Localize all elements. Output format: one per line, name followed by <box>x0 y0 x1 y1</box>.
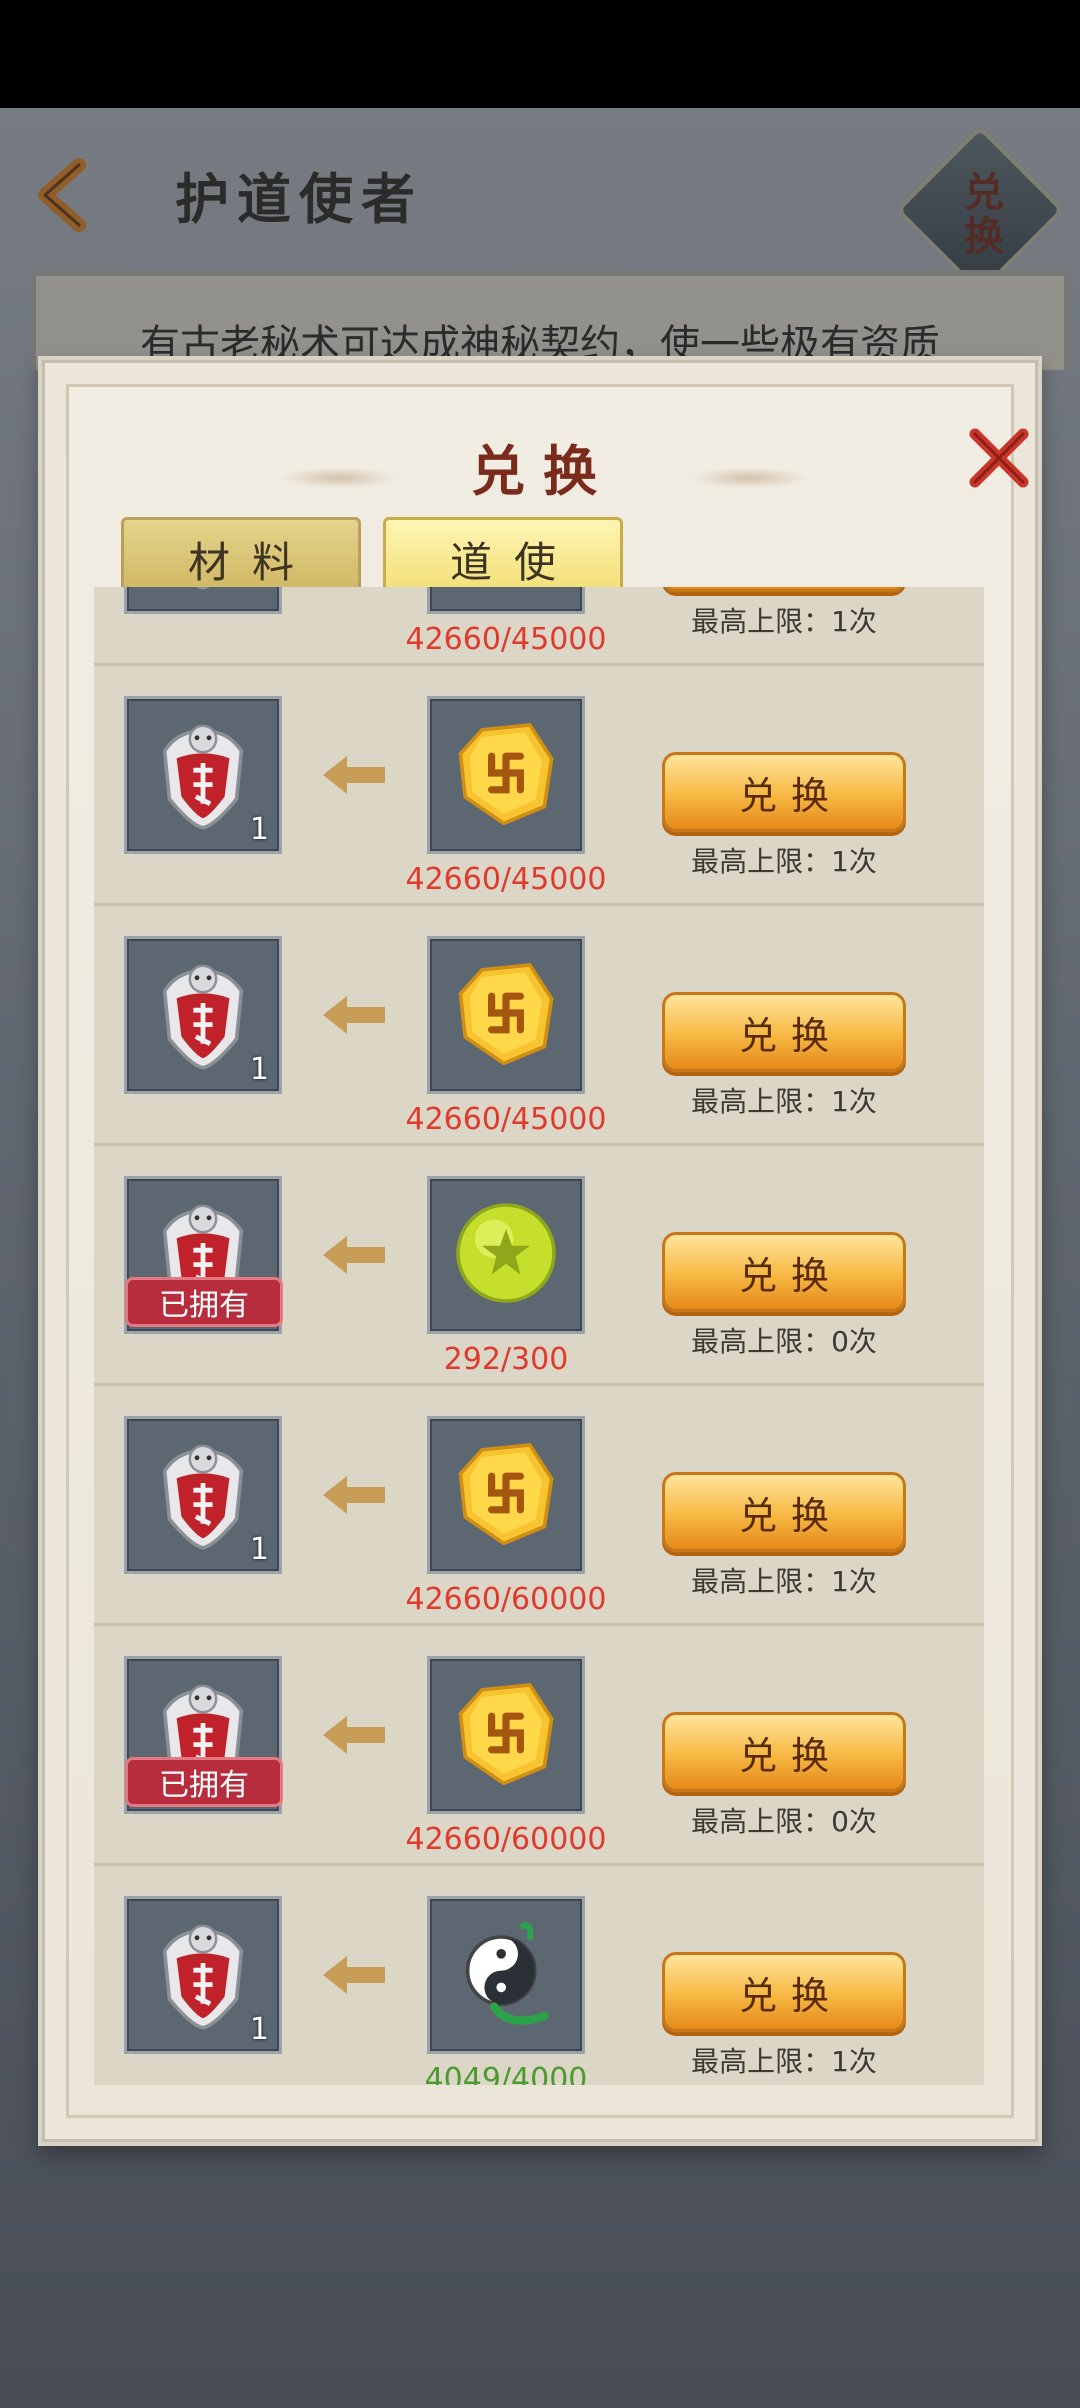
close-button[interactable] <box>964 423 1034 493</box>
exchange-row: 1 42660/45000 兑换最高上限：1次 <box>94 906 984 1146</box>
cost-item-slot[interactable] <box>427 1176 585 1334</box>
gold-swastika-coin-icon <box>446 713 566 837</box>
exchange-limit: 最高上限：1次 <box>691 1085 877 1118</box>
gold-swastika-coin-icon <box>446 1433 566 1557</box>
exchange-limit: 最高上限：1次 <box>691 605 877 638</box>
cost-progress: 42660/60000 <box>405 1822 607 1857</box>
arrow-left-icon <box>319 1470 389 1520</box>
cost-item-slot[interactable] <box>427 587 585 614</box>
gold-swastika-coin-icon <box>446 953 566 1077</box>
exchange-button[interactable]: 兑换 <box>662 1952 906 2032</box>
reward-item-slot[interactable]: 已拥有 <box>124 1656 283 1814</box>
exchange-button[interactable]: 兑换 <box>662 1472 906 1552</box>
cost-item-slot[interactable] <box>427 696 585 854</box>
reward-item-slot[interactable]: 已拥有 <box>124 1176 283 1334</box>
reward-count: 1 <box>249 1532 269 1567</box>
cost-progress: 42660/45000 <box>405 622 607 657</box>
cost-progress: 42660/45000 <box>405 862 607 897</box>
exchange-row: 已拥有 292/300 兑换最高上限：0次 <box>94 1146 984 1386</box>
reward-item-slot[interactable] <box>124 587 282 614</box>
exchange-list[interactable]: 42660/45000兑换最高上限：1次 1 42660/45000兑换最高上限… <box>94 587 984 2085</box>
close-icon <box>969 428 1029 488</box>
reward-count: 1 <box>249 1052 269 1087</box>
exchange-button[interactable]: 兑换 <box>662 1232 906 1312</box>
status-bar <box>0 0 1080 108</box>
owned-tag: 已拥有 <box>125 1277 283 1327</box>
exchange-button[interactable]: 兑换 <box>662 992 906 1072</box>
arrow-left-icon <box>319 1710 389 1760</box>
reward-item-slot[interactable]: 1 <box>124 696 282 854</box>
cost-progress: 4049/4000 <box>424 2062 588 2085</box>
exchange-limit: 最高上限：0次 <box>691 1805 877 1838</box>
exchange-row: 1 4049/4000 兑换最高上限：1次 <box>94 1866 984 2085</box>
arrow-left-icon <box>319 750 389 800</box>
exchange-row: 1 42660/45000 兑换最高上限：1次 <box>94 666 984 906</box>
cost-item-slot[interactable] <box>427 1416 585 1574</box>
cost-progress: 42660/45000 <box>405 1102 607 1137</box>
cost-item-slot[interactable] <box>427 936 585 1094</box>
reward-item-slot[interactable]: 1 <box>124 1416 282 1574</box>
exchange-row: 1 42660/60000 兑换最高上限：1次 <box>94 1386 984 1626</box>
exchange-limit: 最高上限：1次 <box>691 1565 877 1598</box>
shield-badge-icon <box>127 587 279 611</box>
exchange-limit: 最高上限：1次 <box>691 2045 877 2078</box>
exchange-limit: 最高上限：1次 <box>691 845 877 878</box>
exchange-limit: 最高上限：0次 <box>691 1325 877 1358</box>
exchange-button[interactable]: 兑换 <box>662 1712 906 1792</box>
yinyang-gourd-icon <box>446 1913 566 2037</box>
gold-swastika-coin-icon <box>446 587 566 597</box>
exchange-button[interactable]: 兑换 <box>662 587 906 592</box>
exchange-button[interactable]: 兑换 <box>662 752 906 832</box>
cost-progress: 42660/60000 <box>405 1582 607 1617</box>
reward-count: 1 <box>249 2012 269 2047</box>
exchange-row: 42660/45000 兑换最高上限：1次 <box>94 587 984 666</box>
arrow-left-icon <box>319 990 389 1040</box>
cost-progress: 292/300 <box>443 1342 569 1377</box>
exchange-row: 已拥有 42660/60000 兑换最高上限：0次 <box>94 1626 984 1866</box>
cost-item-slot[interactable] <box>427 1896 585 2054</box>
modal-title: 兑换 <box>471 439 615 503</box>
arrow-left-icon <box>319 1230 389 1280</box>
cost-item-slot[interactable] <box>427 1656 585 1814</box>
owned-tag: 已拥有 <box>125 1757 283 1807</box>
reward-item-slot[interactable]: 1 <box>124 1896 282 2054</box>
reward-count: 1 <box>249 812 269 847</box>
reward-item-slot[interactable]: 1 <box>124 936 282 1094</box>
green-star-orb-icon <box>446 1193 566 1317</box>
arrow-left-icon <box>319 1950 389 2000</box>
gold-swastika-coin-icon <box>446 1673 566 1797</box>
